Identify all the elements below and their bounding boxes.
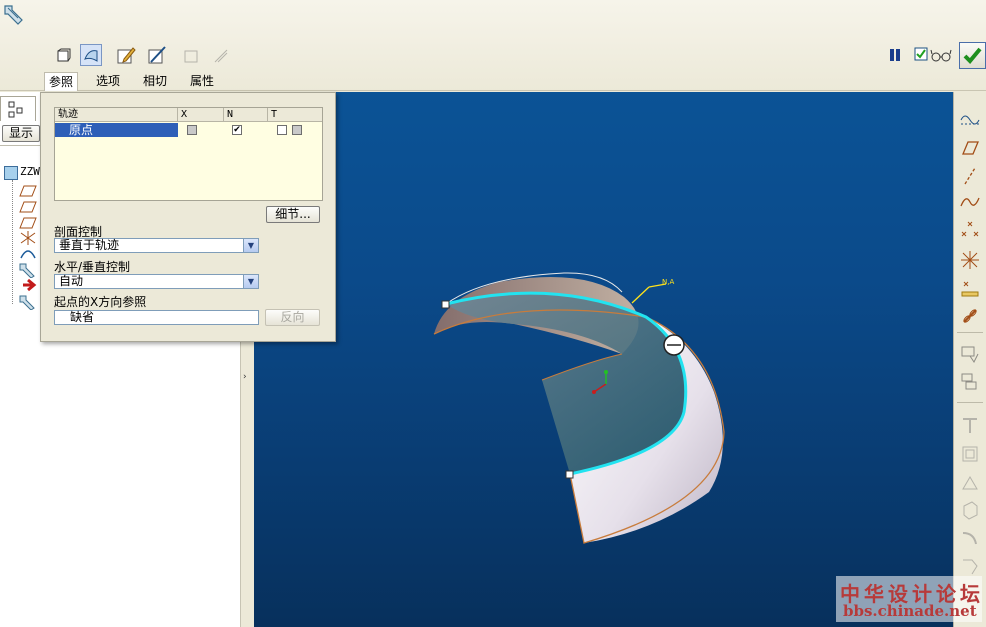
tree-icon	[8, 101, 23, 118]
hv-control-value: 自动	[59, 274, 84, 288]
rib-icon	[957, 526, 983, 550]
thicken-icon	[210, 45, 232, 67]
remove-material-icon	[180, 45, 202, 67]
tab-options[interactable]: 选项	[92, 72, 124, 90]
draft-icon	[957, 470, 983, 494]
confirm-button[interactable]	[959, 42, 986, 69]
start-x-ref-field[interactable]: 缺省	[54, 310, 259, 325]
details-button[interactable]: 细节...	[266, 206, 320, 223]
tree-divider	[0, 145, 40, 146]
datum-plane-icon[interactable]	[957, 136, 983, 160]
trajectory-name: 原点	[69, 123, 94, 137]
insert-arrow-icon[interactable]	[22, 278, 38, 295]
trim-icon	[957, 414, 983, 438]
datum-curve-icon[interactable]	[957, 190, 983, 214]
thin-feature-icon[interactable]	[146, 44, 168, 66]
preview-checkbox[interactable]	[914, 47, 928, 64]
annotation-label: N,A	[662, 278, 674, 286]
toolbar-divider	[957, 402, 983, 403]
details-button-label: 细节...	[275, 207, 311, 221]
tab-references[interactable]: 参照	[44, 72, 79, 91]
glasses-icon[interactable]	[930, 48, 952, 65]
watermark-url: bbs.chinade.net	[843, 602, 977, 620]
show-button-label: 显示	[8, 126, 33, 140]
column-header-x: X	[178, 108, 224, 122]
section-control-value: 垂直于轨迹	[59, 238, 120, 252]
surface-icon[interactable]	[80, 44, 102, 66]
tab-properties[interactable]: 属性	[186, 72, 218, 90]
column-header-t: T	[268, 108, 322, 122]
t-secondary-checkbox[interactable]	[292, 125, 302, 135]
part-icon	[4, 166, 18, 180]
sweep-feature-icon	[2, 2, 26, 29]
pause-icon[interactable]	[888, 48, 902, 65]
tab-label: 相切	[143, 74, 168, 88]
n-checkbox[interactable]: ✔	[232, 125, 242, 135]
annotation-leader	[631, 283, 667, 304]
trajectory-table: 轨迹 X N T 原点 ✔	[54, 107, 323, 201]
show-button[interactable]: 显示	[2, 125, 40, 142]
datum-display-icon[interactable]	[957, 106, 983, 130]
sweep-feature-icon[interactable]	[18, 294, 38, 313]
shell-icon	[957, 498, 983, 522]
paste-icon[interactable]	[957, 370, 983, 394]
tab-tangency[interactable]: 相切	[139, 72, 171, 90]
csys-y-tip	[604, 370, 608, 374]
x-checkbox[interactable]	[187, 125, 197, 135]
csys-icon[interactable]	[957, 248, 983, 272]
csys-x-tip	[592, 390, 596, 394]
checkmark-icon	[963, 47, 982, 64]
column-header-n: N	[224, 108, 268, 122]
sketch-edit-icon[interactable]	[115, 44, 137, 66]
collapse-arrow-icon[interactable]: ›	[243, 372, 247, 382]
solid-icon[interactable]	[52, 45, 74, 67]
toolbar-divider	[0, 90, 986, 91]
hv-control-select[interactable]: 自动 ▼	[54, 274, 259, 289]
offset-icon	[957, 442, 983, 466]
datum-plane-icon[interactable]	[14, 184, 38, 201]
start-x-ref-value: 缺省	[70, 310, 95, 324]
references-panel: 轨迹 X N T 原点 ✔ 细节... 剖面控制 垂直于轨迹 ▼ 水平/垂直控制…	[40, 92, 336, 342]
tree-root-label[interactable]: ZZW	[20, 165, 40, 178]
table-row[interactable]: 原点	[55, 123, 178, 137]
model-view[interactable]: N,A	[254, 92, 953, 627]
flip-button-label: 反向	[280, 310, 305, 324]
tab-label: 选项	[96, 74, 121, 88]
column-header-trajectory: 轨迹	[55, 108, 178, 122]
copy-icon[interactable]	[957, 342, 983, 366]
datum-toolbar	[953, 92, 986, 627]
chevron-down-icon: ▼	[243, 275, 258, 288]
datum-point-icon[interactable]	[957, 218, 983, 242]
analysis-icon[interactable]	[957, 276, 983, 300]
mirror-icon	[957, 554, 983, 578]
start-x-ref-label: 起点的X方向参照	[54, 295, 147, 309]
datum-axis-icon[interactable]	[957, 164, 983, 188]
tab-label: 属性	[190, 74, 215, 88]
hv-control-label: 水平/垂直控制	[54, 260, 131, 274]
flip-button[interactable]: 反向	[265, 309, 320, 326]
end-point-marker[interactable]	[565, 470, 574, 479]
toolbar-divider	[957, 332, 983, 333]
datum-plane-icon[interactable]	[14, 200, 38, 217]
graphics-viewport[interactable]: N,A	[254, 92, 953, 627]
section-control-select[interactable]: 垂直于轨迹 ▼	[54, 238, 259, 253]
tree-tab[interactable]	[0, 96, 36, 121]
t-checkbox[interactable]	[277, 125, 287, 135]
chevron-down-icon: ▼	[243, 239, 258, 252]
chain-link-icon[interactable]	[957, 304, 983, 328]
start-point-marker[interactable]	[441, 300, 450, 309]
tab-label: 参照	[49, 75, 74, 89]
